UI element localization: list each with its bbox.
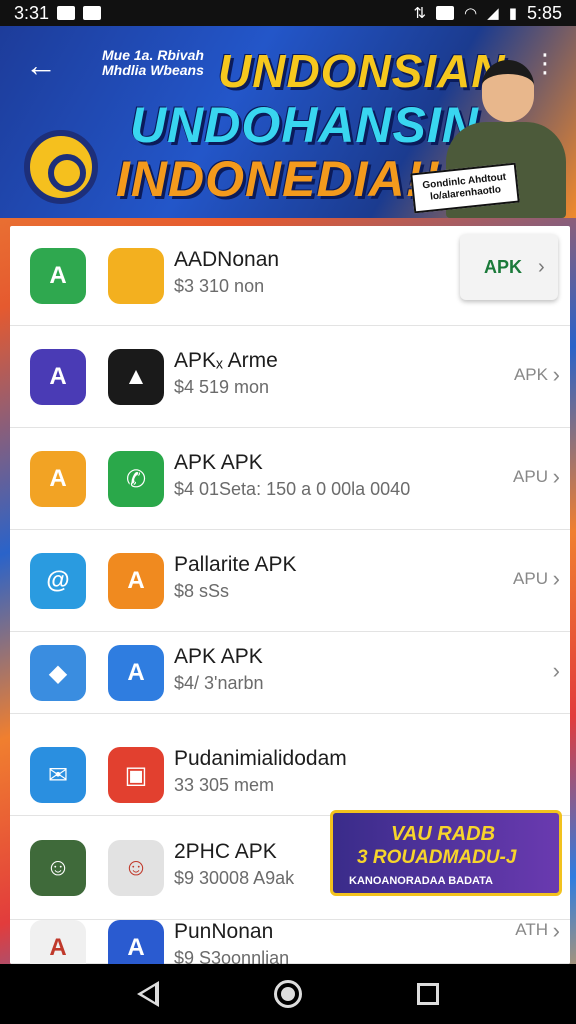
status-bar: 3:31 ⇅ ◠ ◢ ▮ 5:85 [0, 0, 576, 26]
banner-headline-2: UNDOHANSIN [130, 97, 479, 153]
app-subtitle: $4/ 3'narbn [174, 673, 264, 693]
app-subtitle: $9 S3oonnlian [174, 948, 290, 964]
list-item[interactable]: A ▲ APKₓ Arme $4 519 mon APK › [10, 326, 570, 428]
banner-small-title: Mue 1a. Rbivah Mhdlia Wbeans [102, 47, 204, 78]
more-options-icon[interactable]: ⋮ [532, 48, 558, 78]
app-title: Pudanimialidodam [174, 747, 347, 770]
app-icon-secondary[interactable]: ▲ [108, 349, 164, 405]
app-icon-secondary[interactable] [108, 248, 164, 304]
app-title: APK APK [174, 645, 263, 668]
promo-banner[interactable]: VAU RADB 3 ROUADMADU-J KANOANORADAA BADATA [330, 810, 562, 896]
recents-icon[interactable] [416, 983, 439, 1005]
app-icon-secondary[interactable]: A [108, 645, 164, 701]
app-subtitle: $4 519 mon [174, 377, 270, 397]
back-icon[interactable] [137, 981, 160, 1007]
data-icon: ⇅ [413, 5, 427, 22]
navigation-bar [0, 964, 576, 1024]
app-subtitle: $9 30008 A9ak [174, 868, 295, 888]
app-action-label[interactable]: APU [513, 569, 548, 589]
app-action-label[interactable]: APK [514, 365, 548, 385]
app-list: A AADNonan $3 310 non APK › A ▲ APKₓ Arme $4 519… [10, 226, 570, 964]
app-subtitle: $4 01Seta: 150 a 0 00la 0040 [174, 479, 411, 499]
app-icon[interactable]: ✉ [30, 747, 86, 803]
signal-icon: ◢ [487, 5, 499, 22]
chevron-right-icon: › [538, 255, 545, 278]
app-title: PunNonan [174, 920, 274, 943]
banner-headline-3: INDONEDIA!! [116, 151, 441, 207]
app-title: 2PHC APK [174, 840, 277, 863]
app-title: APK APK [174, 451, 263, 474]
header-banner: ← Mue 1a. Rbivah Mhdlia Wbeans UNDONSIAN… [0, 26, 576, 218]
app-subtitle: $8 sSs [174, 581, 230, 601]
app-title: APKₓ Arme [174, 349, 278, 372]
chevron-right-icon[interactable]: › [553, 362, 560, 388]
app-icon-secondary[interactable]: ▣ [108, 747, 164, 803]
list-item[interactable]: A AADNonan $3 310 non APK › [10, 226, 570, 326]
image-icon [436, 6, 455, 20]
app-icon-secondary[interactable]: A [108, 920, 164, 964]
app-icon[interactable]: A [30, 349, 86, 405]
app-icon-secondary[interactable]: ✆ [108, 451, 164, 507]
app-action-label[interactable]: ATH [515, 920, 548, 940]
youtube-icon [83, 6, 102, 20]
app-title: Pallarite APK [174, 553, 297, 576]
home-icon[interactable] [273, 980, 302, 1008]
battery-icon: ▮ [508, 5, 517, 22]
app-icon[interactable]: A [30, 248, 86, 304]
apk-download-button[interactable]: APK › [460, 234, 558, 300]
list-item[interactable]: ✉ ▣ Pudanimialidodam 33 305 mem [10, 734, 570, 816]
status-time: 3:31 [14, 2, 50, 23]
chevron-right-icon[interactable]: › [553, 658, 560, 684]
list-item[interactable]: @ A Pallarite APK $8 sSs APU › [10, 530, 570, 632]
app-icon-secondary[interactable]: A [108, 553, 164, 609]
app-title: AADNonan [174, 248, 280, 271]
app-icon[interactable]: A [30, 920, 86, 964]
notification-icon [57, 6, 76, 20]
list-item[interactable]: A A PunNonan $9 S3oonnlian ATH › [10, 918, 570, 964]
app-icon[interactable]: A [30, 451, 86, 507]
app-subtitle: $3 310 non [174, 276, 265, 296]
banner-logo-icon [24, 130, 98, 204]
status-right-text: 5:85 [526, 2, 562, 23]
promo-text-2: 3 ROUADMADU-J [357, 847, 517, 868]
back-arrow-icon[interactable]: ← [24, 48, 58, 82]
list-item[interactable]: ◆ A APK APK $4/ 3'narbn › [10, 632, 570, 714]
app-action-label[interactable]: APU [513, 467, 548, 487]
app-icon-secondary[interactable]: ☺ [108, 840, 164, 896]
app-icon[interactable]: ☺ [30, 840, 86, 896]
chevron-right-icon[interactable]: › [553, 464, 560, 490]
list-item[interactable]: A ✆ APK APK $4 01Seta: 150 a 0 00la 0040 APU… [10, 428, 570, 530]
chevron-right-icon[interactable]: › [553, 566, 560, 592]
chevron-right-icon[interactable]: › [553, 918, 560, 944]
apk-button-label: APK [484, 256, 523, 277]
wifi-icon: ◠ [464, 5, 478, 22]
promo-text-3: KANOANORADAA BADATA [349, 875, 494, 887]
app-icon[interactable]: ◆ [30, 645, 86, 701]
app-icon[interactable]: @ [30, 553, 86, 609]
promo-text-1: VAU RADB [391, 823, 496, 845]
app-subtitle: 33 305 mem [174, 775, 275, 795]
